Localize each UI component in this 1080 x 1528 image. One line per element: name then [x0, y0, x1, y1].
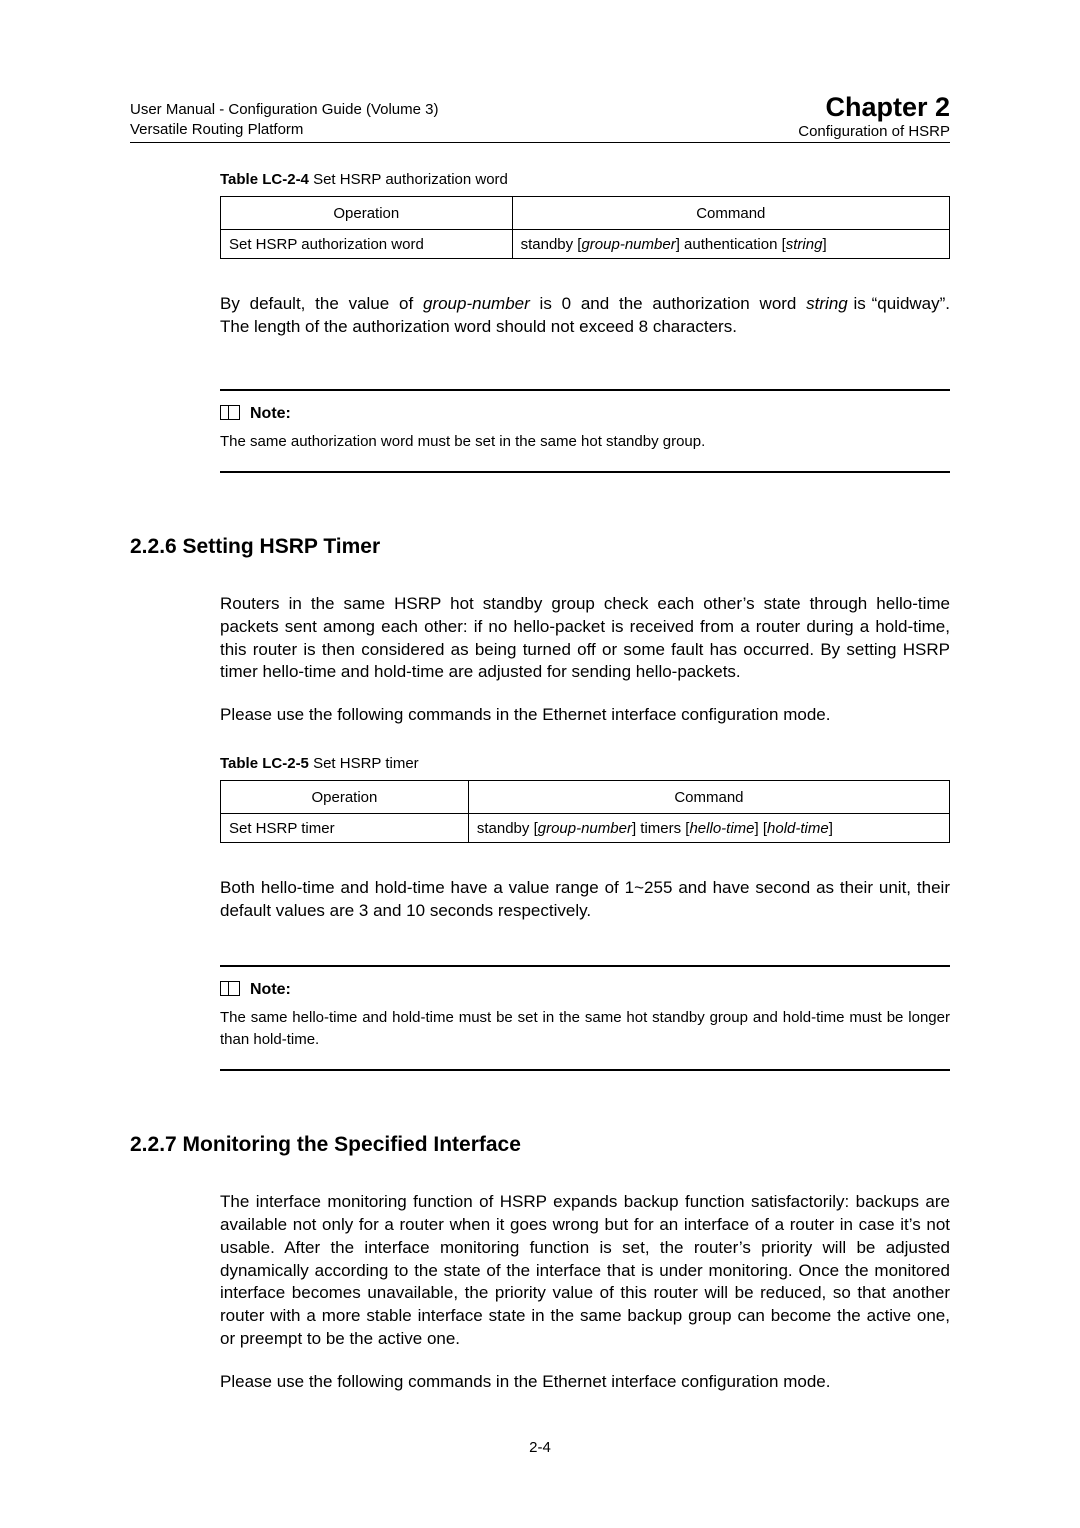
table-header-row: Operation Command	[221, 781, 950, 814]
note-title-text: Note:	[250, 981, 291, 998]
cmd-text: ]	[822, 236, 826, 253]
cmd-text: standby [	[477, 820, 538, 837]
cmd-text: ] authentication [	[676, 236, 786, 253]
header-right: Chapter 2 Configuration of HSRP	[798, 92, 950, 140]
table-caption-2: Table LC-2-5 Set HSRP timer	[220, 755, 950, 772]
section-heading-227: 2.2.7 Monitoring the Specified Interface	[130, 1133, 950, 1157]
cmd-arg: group-number	[538, 820, 632, 837]
note-title: Note:	[220, 981, 950, 999]
table-caption-1: Table LC-2-4 Set HSRP authorization word	[220, 171, 950, 188]
table2-col1: Operation	[221, 781, 469, 814]
header-platform: Versatile Routing Platform	[130, 120, 438, 140]
text-run: By default, the value of	[220, 294, 423, 313]
cmd-arg: group-number	[581, 236, 675, 253]
table1-col1: Operation	[221, 197, 513, 230]
section-heading-226: 2.2.6 Setting HSRP Timer	[130, 535, 950, 559]
cmd-text: ] [	[755, 820, 768, 837]
paragraph: Please use the following commands in the…	[220, 704, 950, 727]
table2-col2: Command	[468, 781, 949, 814]
cmd-arg: hello-time	[689, 820, 754, 837]
table-row: Set HSRP timer standby [group-number] ti…	[221, 814, 950, 843]
table-caption-2-rest: Set HSRP timer	[309, 755, 419, 772]
cmd-arg: string	[786, 236, 823, 253]
header-chapter: Chapter 2	[798, 92, 950, 123]
header-doc-title: User Manual - Configuration Guide (Volum…	[130, 100, 438, 120]
cmd-text: standby [	[521, 236, 582, 253]
book-icon	[220, 405, 240, 420]
page-number: 2-4	[0, 1439, 1080, 1456]
cmd-text: ] timers [	[632, 820, 690, 837]
table-header-row: Operation Command	[221, 197, 950, 230]
paragraph: Both hello-time and hold-time have a val…	[220, 877, 950, 923]
header-left: User Manual - Configuration Guide (Volum…	[130, 100, 438, 141]
table-hsrp-timer: Operation Command Set HSRP timer standby…	[220, 780, 950, 843]
paragraph: Please use the following commands in the…	[220, 1371, 950, 1394]
note-text: The same authorization word must be set …	[220, 431, 950, 453]
table2-cmd: standby [group-number] timers [hello-tim…	[468, 814, 949, 843]
note-text: The same hello-time and hold-time must b…	[220, 1007, 950, 1051]
table-caption-1-prefix: Table LC-2-4	[220, 171, 309, 188]
cmd-text: ]	[829, 820, 833, 837]
paragraph: Routers in the same HSRP hot standby gro…	[220, 593, 950, 685]
note-block-1: Note: The same authorization word must b…	[220, 389, 950, 473]
text-italic: group-number	[423, 294, 530, 313]
page-header: User Manual - Configuration Guide (Volum…	[130, 92, 950, 143]
note-title-text: Note:	[250, 405, 291, 422]
table1-cmd: standby [group-number] authentication [s…	[512, 230, 949, 259]
book-icon	[220, 981, 240, 996]
table2-op: Set HSRP timer	[221, 814, 469, 843]
header-subtitle: Configuration of HSRP	[798, 123, 950, 140]
table1-col2: Command	[512, 197, 949, 230]
table-caption-1-rest: Set HSRP authorization word	[309, 171, 508, 188]
table-caption-2-prefix: Table LC-2-5	[220, 755, 309, 772]
cmd-arg: hold-time	[767, 820, 829, 837]
text-italic: string	[806, 294, 848, 313]
text-run: is 0 and the authorization word	[530, 294, 806, 313]
note-block-2: Note: The same hello-time and hold-time …	[220, 965, 950, 1071]
table-row: Set HSRP authorization word standby [gro…	[221, 230, 950, 259]
table-auth-word: Operation Command Set HSRP authorization…	[220, 196, 950, 259]
paragraph: The interface monitoring function of HSR…	[220, 1191, 950, 1352]
note-title: Note:	[220, 405, 950, 423]
paragraph: By default, the value of group-number is…	[220, 293, 950, 339]
table1-op: Set HSRP authorization word	[221, 230, 513, 259]
